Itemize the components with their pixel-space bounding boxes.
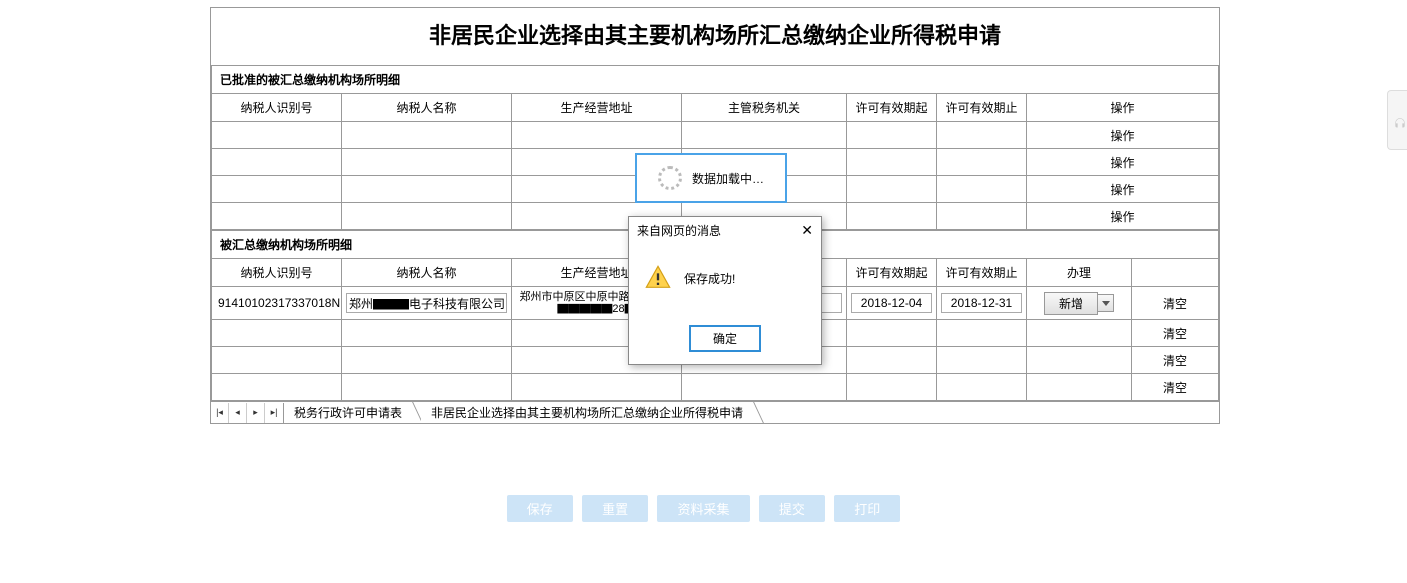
chevron-down-icon <box>1098 294 1114 312</box>
col-from: 许可有效期起 <box>847 259 937 287</box>
col-auth: 主管税务机关 <box>682 94 847 122</box>
tab-application[interactable]: 非居民企业选择由其主要机构场所汇总缴纳企业所得税申请 <box>421 402 754 423</box>
col-name: 纳税人名称 <box>342 94 512 122</box>
dialog-title-text: 来自网页的消息 <box>637 222 721 239</box>
clear-link[interactable]: 清空 <box>1163 297 1187 311</box>
name-input[interactable] <box>346 293 507 313</box>
warning-icon <box>644 264 672 292</box>
clear-link[interactable]: 清空 <box>1163 327 1187 341</box>
loading-text: 数据加载中… <box>692 170 764 187</box>
submit-button[interactable]: 提交 <box>759 495 825 522</box>
headset-icon <box>1393 117 1407 131</box>
collect-button[interactable]: 资料采集 <box>657 495 749 522</box>
action-bar: 保存 重置 资料采集 提交 打印 <box>0 495 1407 522</box>
col-op: 操作 <box>1027 94 1219 122</box>
nav-prev-icon[interactable]: ◂ <box>229 403 247 423</box>
ok-button[interactable]: 确定 <box>689 325 761 352</box>
col-name: 纳税人名称 <box>342 259 512 287</box>
col-from: 许可有效期起 <box>847 94 937 122</box>
table-row: 清空 <box>212 374 1219 401</box>
dialog-message: 保存成功! <box>684 270 735 287</box>
side-helper[interactable] <box>1387 90 1407 150</box>
col-handle: 办理 <box>1027 259 1132 287</box>
op-link[interactable]: 操作 <box>1110 183 1134 197</box>
spinner-icon <box>658 166 682 190</box>
table-row: 操作 <box>212 122 1219 149</box>
date-from-input[interactable] <box>851 293 932 313</box>
col-id: 纳税人识别号 <box>212 94 342 122</box>
clear-link[interactable]: 清空 <box>1163 381 1187 395</box>
col-to: 许可有效期止 <box>937 94 1027 122</box>
print-button[interactable]: 打印 <box>834 495 900 522</box>
tab-permit-form[interactable]: 税务行政许可申请表 <box>284 402 413 423</box>
cell-id: 91410102317337018N <box>212 287 342 320</box>
handle-value: 新增 <box>1044 292 1098 315</box>
col-id: 纳税人识别号 <box>212 259 342 287</box>
col-addr: 生产经营地址 <box>512 94 682 122</box>
section1-header: 已批准的被汇总缴纳机构场所明细 <box>212 66 1219 94</box>
col-to: 许可有效期止 <box>937 259 1027 287</box>
sheet-tabs: |◂ ◂ ▸ ▸| 税务行政许可申请表 非居民企业选择由其主要机构场所汇总缴纳企… <box>211 401 1219 423</box>
loading-overlay: 数据加载中… <box>635 153 787 203</box>
message-dialog: 来自网页的消息 ✕ 保存成功! 确定 <box>628 216 822 365</box>
op-link[interactable]: 操作 <box>1110 210 1134 224</box>
date-to-input[interactable] <box>941 293 1022 313</box>
nav-last-icon[interactable]: ▸| <box>265 403 283 423</box>
handle-dropdown[interactable]: 新增 <box>1031 292 1127 315</box>
close-icon[interactable]: ✕ <box>801 222 813 239</box>
save-button[interactable]: 保存 <box>507 495 573 522</box>
reset-button[interactable]: 重置 <box>582 495 648 522</box>
clear-link[interactable]: 清空 <box>1163 354 1187 368</box>
nav-next-icon[interactable]: ▸ <box>247 403 265 423</box>
nav-first-icon[interactable]: |◂ <box>211 403 229 423</box>
op-link[interactable]: 操作 <box>1110 129 1134 143</box>
op-link[interactable]: 操作 <box>1110 156 1134 170</box>
col-blank <box>1132 259 1219 287</box>
approved-table: 已批准的被汇总缴纳机构场所明细 纳税人识别号 纳税人名称 生产经营地址 主管税务… <box>211 65 1219 230</box>
page-title: 非居民企业选择由其主要机构场所汇总缴纳企业所得税申请 <box>211 8 1219 65</box>
